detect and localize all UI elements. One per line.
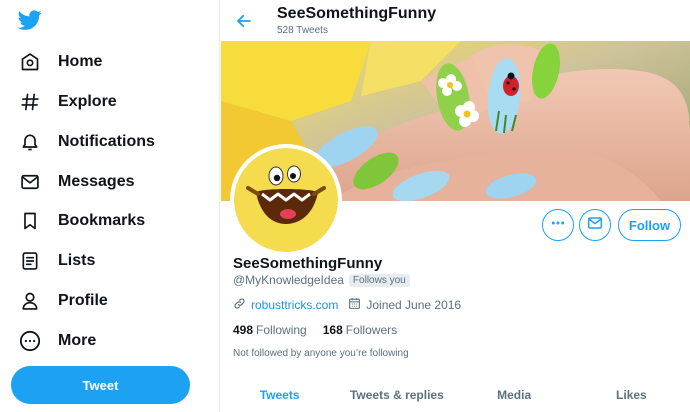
following-count: 498 (233, 323, 254, 337)
bookmark-icon (18, 209, 42, 233)
list-icon (18, 249, 42, 273)
sidebar-item-label: Messages (58, 173, 135, 190)
sidebar-item-bookmarks[interactable]: Bookmarks (18, 206, 145, 236)
follows-you-badge: Follows you (348, 273, 410, 287)
user-handle: @MyKnowledgeIdea (233, 273, 344, 287)
handle-row: @MyKnowledgeIdea Follows you (233, 273, 410, 287)
tab-tweets-and-replies[interactable]: Tweets & replies (338, 378, 455, 412)
join-date: Joined June 2016 (366, 298, 462, 312)
message-button[interactable] (579, 209, 611, 241)
sidebar-item-label: Bookmarks (58, 212, 146, 229)
back-arrow-icon[interactable] (231, 8, 257, 34)
sidebar-item-profile[interactable]: Profile (18, 286, 108, 316)
sidebar-item-explore[interactable]: Explore (18, 87, 117, 117)
sidebar-item-label: Explore (58, 93, 117, 110)
envelope-icon (18, 170, 42, 194)
sidebar-item-label: Notifications (58, 133, 155, 150)
sidebar: Home Explore Notifications Messages Book… (0, 0, 220, 412)
profile-header: SeeSomethingFunny 528 Tweets (221, 0, 690, 41)
home-icon (18, 50, 42, 74)
mutual-followers-note: Not followed by anyone you’re following (233, 348, 409, 359)
tweet-count: 528 Tweets (277, 25, 328, 36)
avatar-image (234, 148, 338, 252)
following-label: Following (256, 323, 307, 337)
envelope-icon (587, 215, 603, 236)
more-options-button[interactable] (542, 209, 574, 241)
sidebar-item-label: More (58, 332, 97, 349)
follow-stats: 498 Following 168 Followers (233, 323, 397, 337)
sidebar-item-messages[interactable]: Messages (18, 167, 135, 197)
sidebar-item-home[interactable]: Home (18, 47, 102, 77)
website-link[interactable]: robusttricks.com (251, 298, 338, 312)
avatar[interactable] (230, 144, 342, 256)
hashtag-icon (18, 90, 42, 114)
tab-media[interactable]: Media (456, 378, 573, 412)
link-icon (233, 297, 246, 313)
more-dots-icon (550, 215, 566, 236)
more-circle-icon (18, 329, 42, 353)
bell-icon (18, 130, 42, 154)
twitter-bird-icon[interactable] (17, 8, 43, 32)
tweet-button[interactable]: Tweet (11, 366, 190, 404)
followers-stat[interactable]: 168 Followers (323, 323, 397, 337)
tab-tweets[interactable]: Tweets (221, 378, 338, 412)
person-icon (18, 289, 42, 313)
followers-label: Followers (345, 323, 398, 337)
sidebar-item-more[interactable]: More (18, 326, 96, 356)
sidebar-item-label: Home (58, 53, 103, 70)
sidebar-item-label: Lists (58, 252, 96, 269)
tab-likes[interactable]: Likes (573, 378, 690, 412)
followers-count: 168 (322, 323, 343, 337)
sidebar-item-label: Profile (58, 292, 108, 309)
display-name: SeeSomethingFunny (233, 255, 383, 272)
follow-button[interactable]: Follow (618, 209, 681, 241)
profile-column: SeeSomethingFunny 528 Tweets Follow SeeS… (221, 0, 690, 412)
profile-meta: robusttricks.com Joined June 2016 (233, 297, 461, 313)
sidebar-item-notifications[interactable]: Notifications (18, 127, 155, 157)
profile-tabs: Tweets Tweets & replies Media Likes (221, 378, 690, 412)
sidebar-item-lists[interactable]: Lists (18, 246, 95, 276)
calendar-icon (348, 297, 361, 313)
page-title: SeeSomethingFunny (277, 5, 437, 22)
following-stat[interactable]: 498 Following (233, 323, 307, 337)
